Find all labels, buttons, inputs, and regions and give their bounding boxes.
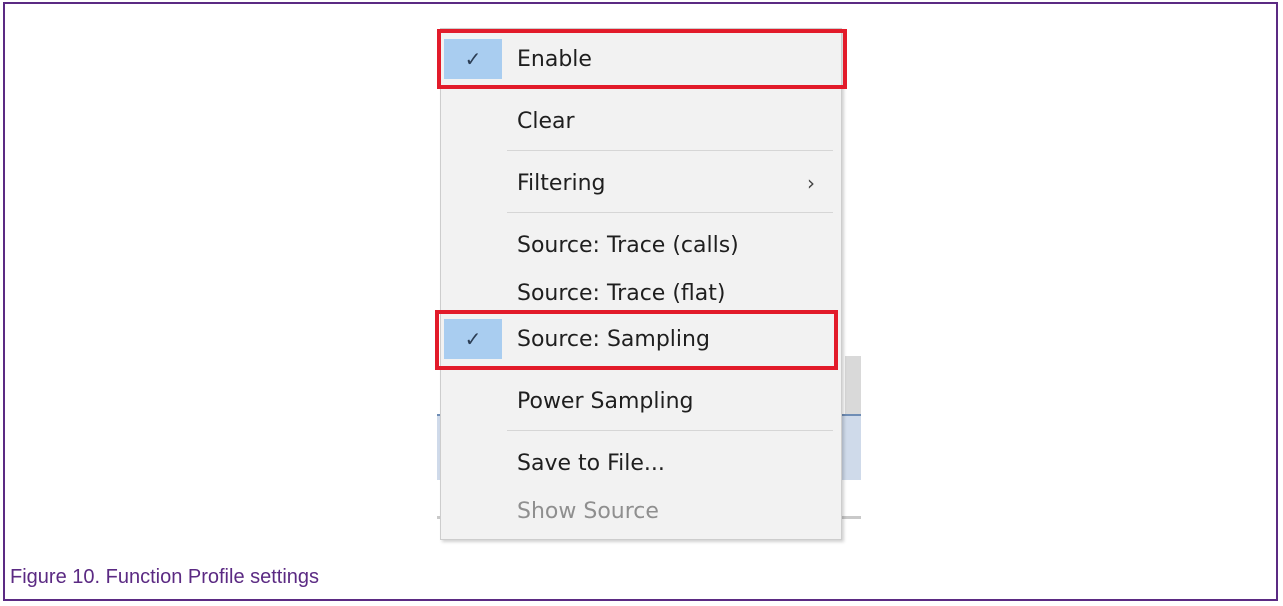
menu-item-source-sampling[interactable]: ✓ Source: Sampling bbox=[441, 315, 841, 363]
menu-item-source-trace-calls[interactable]: Source: Trace (calls) bbox=[441, 221, 841, 269]
check-highlight: ✓ bbox=[444, 319, 502, 359]
menu-item-label: Source: Trace (flat) bbox=[517, 280, 726, 306]
checkmark-icon: ✓ bbox=[464, 327, 482, 351]
chevron-right-icon: › bbox=[807, 171, 815, 195]
menu-item-label: Filtering bbox=[517, 170, 606, 196]
menu-item-source-trace-flat[interactable]: Source: Trace (flat) bbox=[441, 269, 841, 317]
menu-item-label: Enable bbox=[517, 46, 592, 72]
menu-separator bbox=[507, 150, 833, 151]
menu-item-filtering[interactable]: Filtering › bbox=[441, 159, 841, 207]
menu-item-save-to-file[interactable]: Save to File... bbox=[441, 439, 841, 487]
context-menu: ✓ Enable Clear Filtering › Source: Trace… bbox=[440, 28, 842, 540]
checkmark-icon: ✓ bbox=[464, 47, 482, 71]
menu-item-label: Show Source bbox=[517, 498, 659, 524]
menu-item-show-source: Show Source bbox=[441, 487, 841, 535]
menu-item-enable[interactable]: ✓ Enable bbox=[441, 35, 841, 83]
menu-item-label: Save to File... bbox=[517, 450, 665, 476]
menu-item-label: Clear bbox=[517, 108, 575, 134]
menu-item-label: Source: Sampling bbox=[517, 326, 710, 352]
menu-separator bbox=[507, 212, 833, 213]
menu-item-label: Source: Trace (calls) bbox=[517, 232, 739, 258]
menu-separator bbox=[507, 430, 833, 431]
menu-item-clear[interactable]: Clear bbox=[441, 97, 841, 145]
menu-separator bbox=[507, 368, 833, 369]
figure-caption: Figure 10. Function Profile settings bbox=[10, 566, 320, 588]
check-highlight: ✓ bbox=[444, 39, 502, 79]
menu-item-power-sampling[interactable]: Power Sampling bbox=[441, 377, 841, 425]
menu-item-label: Power Sampling bbox=[517, 388, 694, 414]
background-panel-edge bbox=[845, 356, 861, 420]
